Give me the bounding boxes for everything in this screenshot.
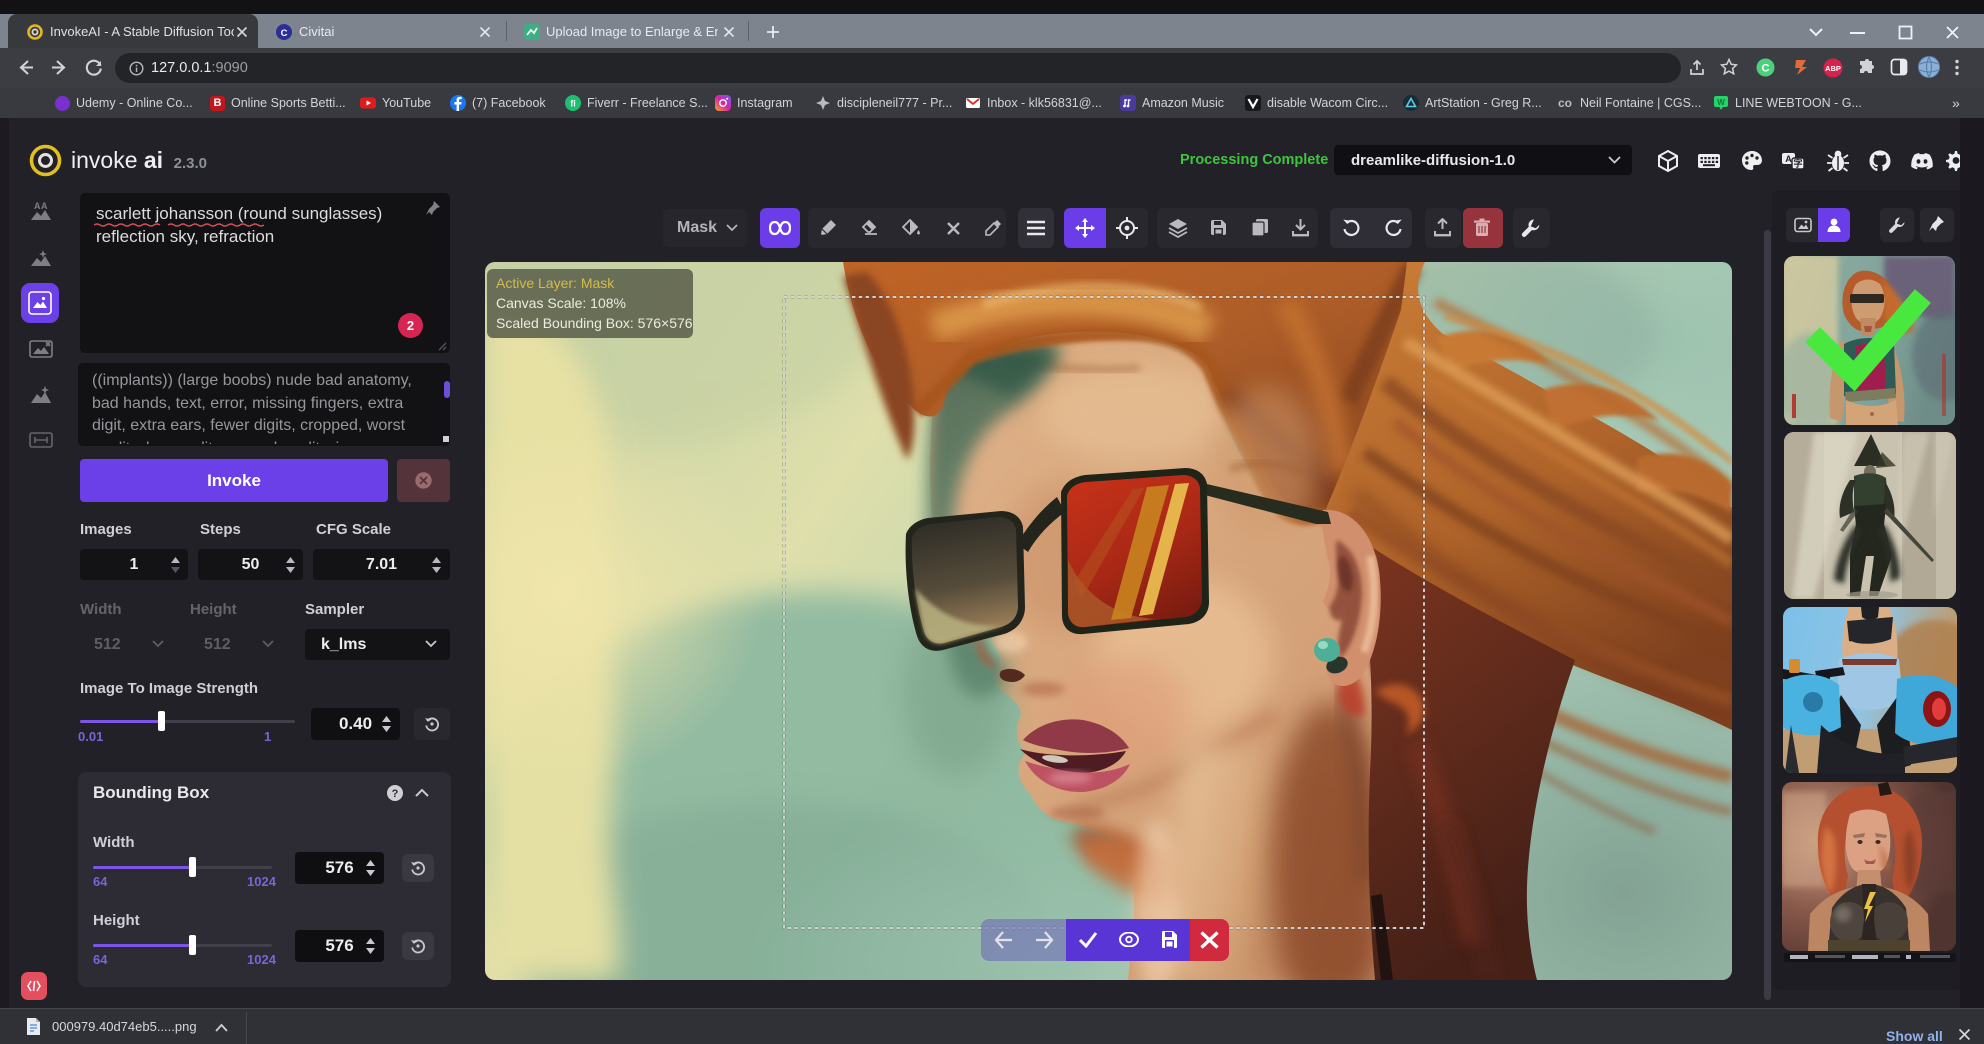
svg-text:A: A [41, 201, 48, 211]
svg-text:A: A [34, 201, 41, 211]
svg-text:W: W [1717, 98, 1725, 107]
svg-text:fi: fi [570, 99, 576, 109]
svg-text:C: C [1762, 63, 1770, 75]
svg-text:字: 字 [1793, 158, 1802, 169]
svg-text:A: A [1785, 154, 1792, 164]
svg-text:?: ? [392, 788, 399, 800]
svg-text:ABP: ABP [1825, 64, 1841, 73]
svg-text:co: co [1558, 96, 1572, 110]
svg-text:C: C [281, 28, 288, 39]
